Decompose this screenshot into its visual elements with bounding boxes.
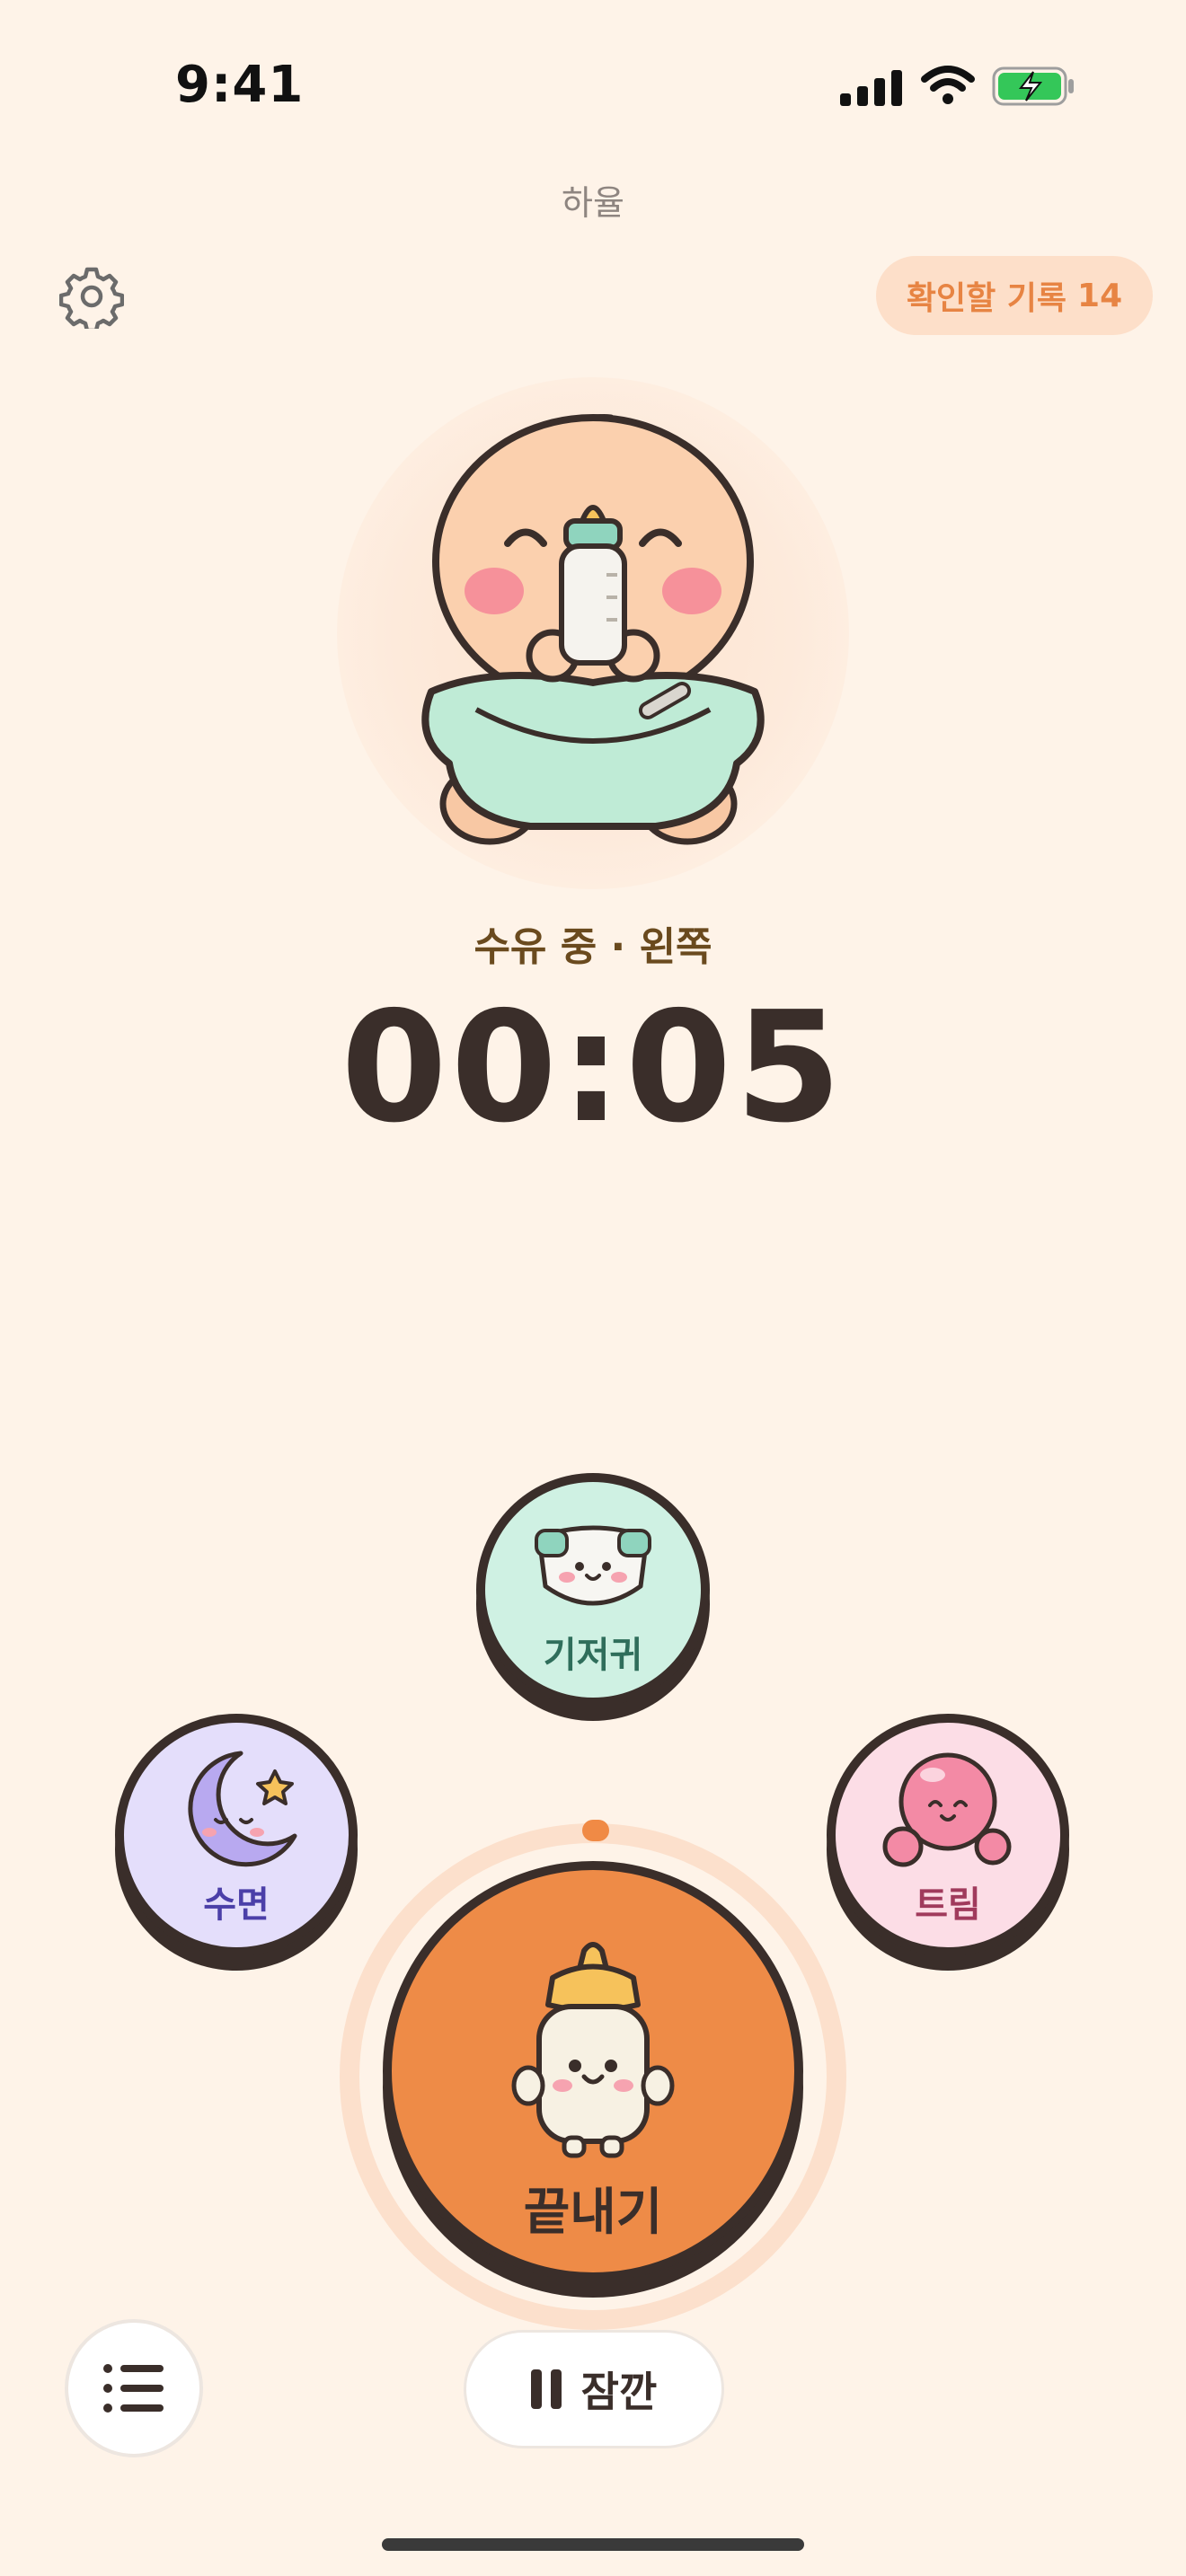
finish-button[interactable]: 끝내기 — [383, 1861, 803, 2281]
finish-label: 끝내기 — [523, 2183, 663, 2242]
diaper-label: 기저귀 — [543, 1635, 643, 1676]
settings-button[interactable] — [58, 262, 126, 331]
burp-button[interactable]: 트림 — [827, 1714, 1069, 1956]
pending-records-button[interactable]: 확인할 기록 14 — [876, 256, 1153, 335]
diaper-icon — [535, 1525, 651, 1606]
bubble-icon — [882, 1752, 1012, 1867]
moon-icon — [188, 1751, 297, 1867]
bottle-icon — [511, 1942, 675, 2158]
pause-label: 잠깐 — [580, 2368, 658, 2416]
pending-records-label: 확인할 기록 — [906, 280, 1067, 317]
record-list-button[interactable] — [65, 2319, 203, 2457]
session-status: 수유 중 · 왼쪽 — [474, 924, 712, 970]
session-timer: 00:05 — [341, 979, 845, 1157]
burp-label: 트림 — [915, 1884, 981, 1926]
progress-indicator — [582, 1820, 609, 1841]
diaper-button[interactable]: 기저귀 — [476, 1473, 710, 1707]
wifi-icon — [921, 66, 975, 104]
pause-button[interactable]: 잠깐 — [464, 2330, 724, 2448]
gear-icon — [59, 267, 124, 329]
sleep-label: 수면 — [203, 1884, 270, 1926]
pending-records-count: 14 — [1077, 277, 1123, 314]
pause-icon — [530, 2369, 562, 2409]
baby-feeding-illustration — [421, 414, 765, 845]
home-indicator[interactable] — [382, 2538, 804, 2551]
status-time: 9:41 — [175, 56, 305, 114]
battery-charging-icon — [992, 66, 1074, 106]
sleep-button[interactable]: 수면 — [115, 1714, 358, 1956]
cellular-signal-icon — [840, 66, 903, 106]
list-icon — [103, 2364, 164, 2413]
baby-name: 하율 — [562, 183, 624, 223]
